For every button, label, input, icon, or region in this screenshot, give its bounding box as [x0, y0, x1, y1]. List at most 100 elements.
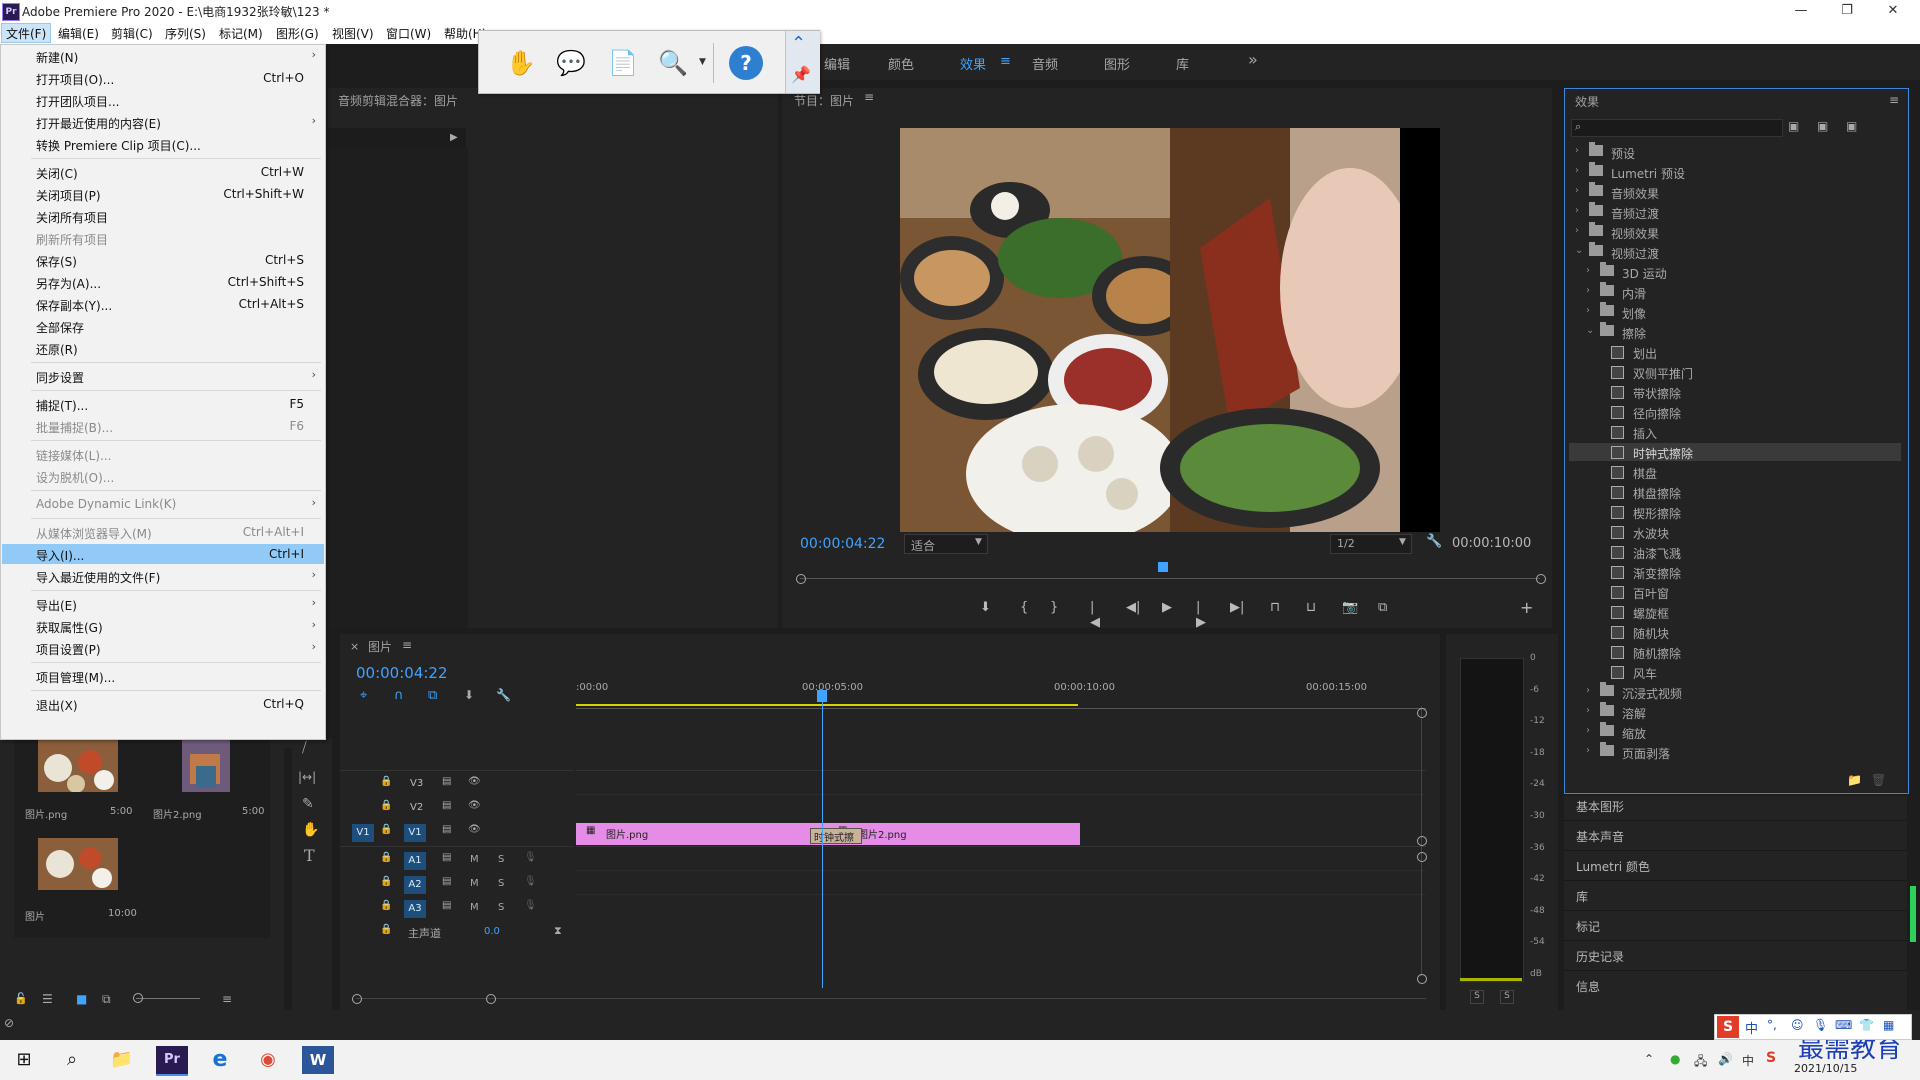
- wrench-settings-icon[interactable]: 🔧: [1426, 534, 1442, 549]
- close-button[interactable]: ✕: [1870, 0, 1916, 22]
- timeline-timecode[interactable]: 00:00:04:22: [356, 664, 448, 682]
- word-app-icon[interactable]: W: [302, 1046, 334, 1074]
- sync-lock-icon[interactable]: ▤: [442, 900, 451, 911]
- maximize-button[interactable]: ❐: [1824, 0, 1870, 22]
- scroll-handle[interactable]: [1417, 708, 1427, 718]
- microphone-icon[interactable]: 🎙: [524, 900, 537, 911]
- list-view-icon[interactable]: ☰: [42, 992, 53, 1006]
- chevron-right-icon[interactable]: ›: [1586, 305, 1590, 316]
- workspace-tab-effects[interactable]: 效果: [960, 54, 986, 73]
- track-target-a1[interactable]: A1: [404, 852, 426, 870]
- zoom-handle-right[interactable]: [486, 994, 496, 1004]
- file-menu-item[interactable]: 关闭(C) Ctrl+W: [2, 162, 324, 182]
- monitor-scrub-bar[interactable]: [800, 578, 1540, 579]
- effect-folder[interactable]: › 缩放: [1569, 722, 1901, 741]
- zoom-slider-handle[interactable]: [133, 993, 143, 1003]
- file-menu-item[interactable]: 捕捉(T)... F5: [2, 394, 324, 414]
- file-menu-item[interactable]: 导出(E) ›: [2, 594, 324, 614]
- chevron-right-icon[interactable]: ›: [1575, 165, 1579, 176]
- grid-menu-icon[interactable]: ▦: [1883, 1018, 1894, 1032]
- file-menu-item[interactable]: 项目设置(P) ›: [2, 638, 324, 658]
- effect-folder[interactable]: › 溶解: [1569, 702, 1901, 721]
- mute-button[interactable]: M: [470, 902, 479, 913]
- file-menu-item[interactable]: 打开最近使用的内容(E) ›: [2, 112, 324, 132]
- sync-lock-icon[interactable]: ▤: [442, 800, 451, 811]
- zoom-handle-left[interactable]: [352, 994, 362, 1004]
- microphone-icon[interactable]: 🎙: [524, 852, 537, 863]
- effect-folder[interactable]: › 划像: [1569, 302, 1901, 321]
- file-menu-item[interactable]: 导入(I)... Ctrl+I: [2, 544, 324, 564]
- add-marker-icon[interactable]: ⬇: [980, 600, 991, 615]
- comment-bubble-icon[interactable]: 💬: [553, 45, 589, 81]
- emoji-icon[interactable]: ☺: [1791, 1018, 1804, 1032]
- lock-icon[interactable]: 🔒: [380, 900, 392, 911]
- workspace-tab-graphics[interactable]: 图形: [1104, 54, 1130, 73]
- program-current-timecode[interactable]: 00:00:04:22: [800, 536, 885, 552]
- effect-item[interactable]: 时钟式擦除: [1569, 443, 1901, 461]
- workspace-more-icon[interactable]: »: [1248, 50, 1258, 69]
- add-button-icon[interactable]: +: [1520, 598, 1533, 617]
- timeline-playhead[interactable]: [816, 690, 827, 702]
- workspace-tab-libraries[interactable]: 库: [1176, 54, 1189, 73]
- sogou-ime-icon[interactable]: S: [1766, 1050, 1776, 1066]
- scrub-end-handle[interactable]: [1536, 574, 1546, 584]
- effect-item[interactable]: 油漆飞溅: [1569, 543, 1901, 561]
- eye-icon[interactable]: 👁: [468, 800, 481, 811]
- chevron-right-icon[interactable]: ›: [1586, 705, 1590, 716]
- file-menu-item[interactable]: 转换 Premiere Clip 项目(C)...: [2, 134, 324, 154]
- file-menu-item[interactable]: 还原(R): [2, 338, 324, 358]
- slip-tool-icon[interactable]: |↔|: [298, 770, 316, 784]
- scroll-indicator[interactable]: [1910, 886, 1916, 942]
- file-menu-item[interactable]: 新建(N) ›: [2, 46, 324, 66]
- file-menu-item[interactable]: 项目管理(M)...: [2, 666, 324, 686]
- panel-menu-icon[interactable]: ≡: [1889, 93, 1899, 107]
- go-to-in-icon[interactable]: |◀: [1090, 600, 1100, 630]
- effect-folder[interactable]: › 沉浸式视频: [1569, 682, 1901, 701]
- lock-icon[interactable]: 🔒: [380, 800, 392, 811]
- thumb-sequence[interactable]: [38, 838, 118, 890]
- go-to-out-icon[interactable]: ▶|: [1230, 600, 1244, 615]
- menu-file[interactable]: 文件(F): [6, 25, 46, 42]
- source-patch-v1[interactable]: V1: [352, 824, 374, 842]
- file-menu-item[interactable]: 导入最近使用的文件(F) ›: [2, 566, 324, 586]
- effect-item[interactable]: 随机擦除: [1569, 643, 1901, 661]
- menu-marker[interactable]: 标记(M): [219, 25, 263, 42]
- panel-menu-icon[interactable]: ≡: [402, 638, 412, 652]
- menu-edit[interactable]: 编辑(E): [58, 25, 99, 42]
- panel-essential-sound[interactable]: 基本声音: [1576, 828, 1624, 845]
- pen-tool-icon[interactable]: ✎: [302, 796, 314, 812]
- file-menu-item[interactable]: 另存为(A)... Ctrl+Shift+S: [2, 272, 324, 292]
- lock-icon[interactable]: 🔓: [14, 992, 28, 1005]
- new-bin-icon[interactable]: 📁: [1847, 773, 1862, 787]
- effect-folder[interactable]: › 音频效果: [1569, 182, 1901, 201]
- file-menu-item[interactable]: 获取属性(G) ›: [2, 616, 324, 636]
- file-menu-item[interactable]: 关闭项目(P) Ctrl+Shift+W: [2, 184, 324, 204]
- effect-item[interactable]: 棋盘擦除: [1569, 483, 1901, 501]
- file-menu-item[interactable]: 保存副本(Y)... Ctrl+Alt+S: [2, 294, 324, 314]
- effect-folder[interactable]: › 预设: [1569, 142, 1901, 161]
- workspace-tab-color[interactable]: 颜色: [888, 54, 914, 73]
- effect-folder[interactable]: › 页面剥落: [1569, 742, 1901, 761]
- timeline-clip[interactable]: ▦ 图片.png: [576, 823, 828, 845]
- chevron-right-icon[interactable]: ›: [1575, 145, 1579, 156]
- mute-button[interactable]: M: [470, 878, 479, 889]
- solo-left-button[interactable]: S: [1470, 990, 1484, 1004]
- panel-essential-graphics[interactable]: 基本图形: [1576, 798, 1624, 815]
- horizontal-scrollbar[interactable]: [356, 998, 1426, 999]
- work-area-bar[interactable]: [576, 704, 1078, 706]
- camera-icon[interactable]: 📷: [1342, 600, 1358, 615]
- chevron-down-icon[interactable]: ⌄: [1575, 245, 1583, 256]
- razor-tool-icon[interactable]: ⧸: [302, 740, 307, 756]
- track-target-a2[interactable]: A2: [404, 876, 426, 894]
- snap-magnet-icon[interactable]: ∩: [394, 688, 404, 703]
- effects-search-input[interactable]: ⌕: [1571, 119, 1783, 137]
- track-target-v1[interactable]: V1: [404, 824, 426, 842]
- master-end-icon[interactable]: ⧗: [554, 924, 562, 938]
- solo-button[interactable]: S: [498, 902, 504, 913]
- chevron-right-icon[interactable]: ›: [1586, 265, 1590, 276]
- effect-item[interactable]: 棋盘: [1569, 463, 1901, 481]
- monitor-playhead[interactable]: [1157, 562, 1168, 572]
- effect-item[interactable]: 渐变擦除: [1569, 563, 1901, 581]
- mute-button[interactable]: M: [470, 854, 479, 865]
- file-menu-item[interactable]: 全部保存: [2, 316, 324, 336]
